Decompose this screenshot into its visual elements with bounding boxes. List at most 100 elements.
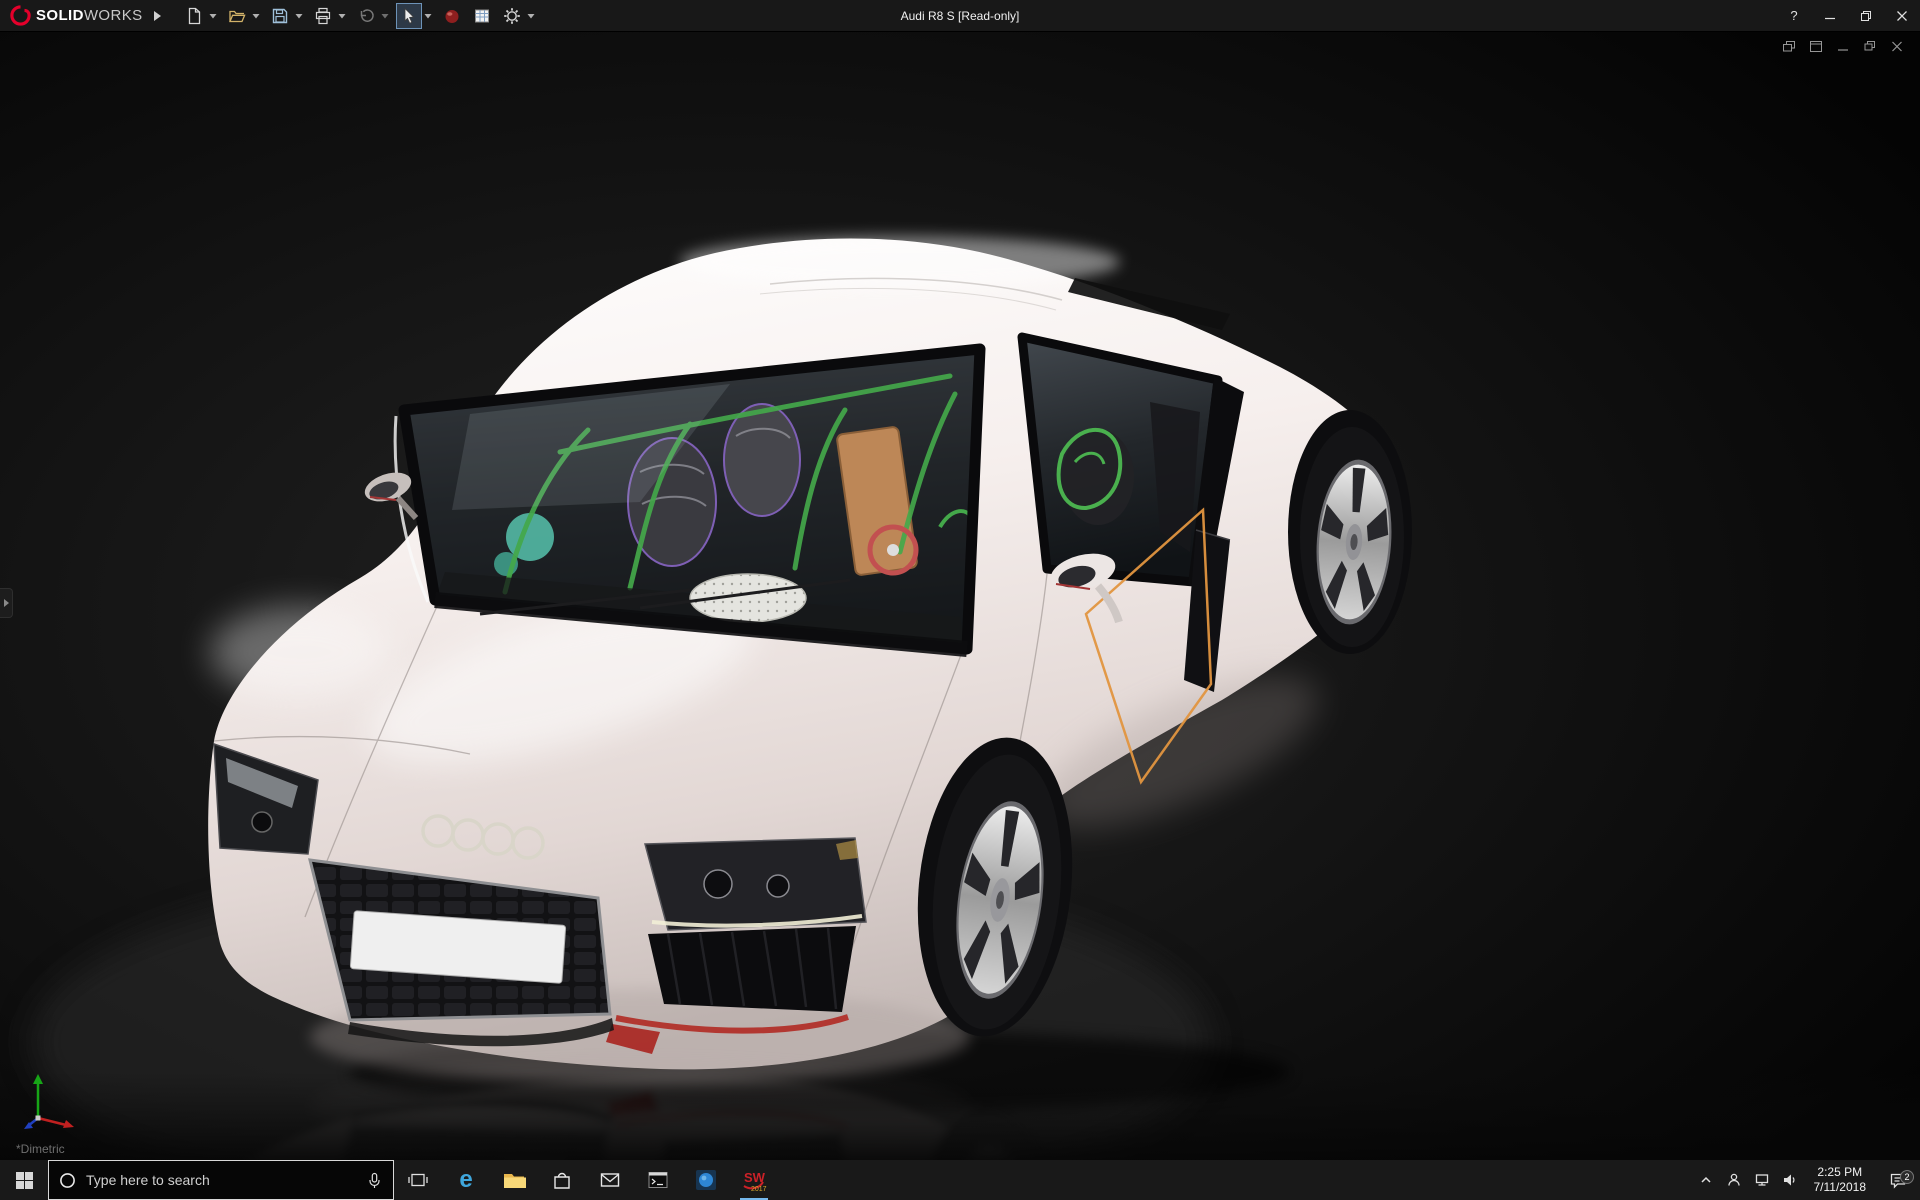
options-button[interactable]	[499, 3, 525, 29]
system-tray: 2:25 PM 7/11/2018 2	[1692, 1160, 1920, 1200]
windows-logo-icon	[15, 1171, 33, 1189]
start-button[interactable]	[0, 1160, 48, 1200]
taskbar-media-app-button[interactable]	[682, 1160, 730, 1200]
expand-arrow-icon	[3, 599, 9, 607]
undo-button[interactable]	[353, 3, 379, 29]
taskbar-task-view-button[interactable]	[394, 1160, 442, 1200]
store-icon	[554, 1172, 570, 1189]
titlebar: SOLIDWORKS Audi R8 S [Read-only] ?	[0, 0, 1920, 32]
taskbar-store-button[interactable]	[538, 1160, 586, 1200]
undo-dropdown[interactable]	[379, 3, 392, 29]
chevron-down-icon	[381, 13, 389, 18]
menu-expand-arrow[interactable]	[149, 5, 167, 27]
volume-icon	[1783, 1174, 1795, 1186]
media-app-icon	[696, 1170, 716, 1190]
mail-icon	[600, 1173, 620, 1187]
solidworks-icon: SW 2017	[743, 1170, 767, 1193]
table-icon	[474, 9, 489, 22]
restore-button[interactable]	[1848, 0, 1884, 31]
mdi-cascade-button[interactable]	[1780, 38, 1798, 54]
right-headlight[interactable]	[644, 837, 867, 931]
save-button[interactable]	[267, 3, 293, 29]
cascade-windows-icon	[1783, 40, 1795, 51]
restore-icon	[1864, 40, 1875, 50]
action-center-button[interactable]: 2	[1876, 1170, 1920, 1189]
new-document-dropdown[interactable]	[207, 3, 220, 29]
clock-date: 7/11/2018	[1813, 1180, 1867, 1194]
taskbar-search-box[interactable]: Type here to search	[48, 1160, 394, 1200]
fender-highlight	[210, 606, 390, 698]
3d-viewport[interactable]	[0, 32, 1920, 1160]
edge-letter: e	[459, 1167, 472, 1193]
volume-button[interactable]	[1776, 1160, 1804, 1200]
sw-year: 2017	[751, 1186, 767, 1193]
design-table-button[interactable]	[469, 3, 495, 29]
cursor-arrow-icon	[404, 7, 414, 24]
close-icon	[1897, 10, 1907, 21]
red-sphere-icon	[445, 9, 459, 23]
chevron-down-icon	[424, 13, 432, 18]
triad-origin	[35, 1115, 41, 1121]
passenger-seat	[723, 403, 801, 517]
document-window-controls	[1780, 38, 1906, 54]
mdi-window-button[interactable]	[1807, 38, 1825, 54]
help-button[interactable]: ?	[1776, 0, 1812, 31]
chevron-down-icon	[295, 13, 303, 18]
solidworks-logo[interactable]: SOLIDWORKS	[0, 5, 149, 26]
minimize-icon	[1838, 48, 1848, 51]
mdi-restore-button[interactable]	[1861, 38, 1879, 54]
solidworks-wordmark: SOLIDWORKS	[36, 7, 143, 24]
chevron-down-icon	[209, 13, 217, 18]
save-dropdown[interactable]	[293, 3, 306, 29]
graphics-area[interactable]: *Dimetric	[0, 32, 1920, 1160]
undo-arrow-icon	[360, 8, 374, 22]
rear-wheel[interactable]	[1288, 410, 1412, 654]
people-icon	[1727, 1173, 1740, 1186]
folder-open-icon	[228, 10, 246, 22]
brand-solid: SOLID	[36, 7, 84, 24]
printer-icon	[315, 7, 330, 24]
taskbar-file-explorer-button[interactable]	[490, 1160, 538, 1200]
roof-highlight	[680, 236, 1120, 288]
command-prompt-icon	[648, 1172, 668, 1188]
new-document-button[interactable]	[181, 3, 207, 29]
mdi-minimize-button[interactable]	[1834, 38, 1852, 54]
restore-icon	[1861, 10, 1871, 21]
select-tool-dropdown[interactable]	[422, 3, 435, 29]
options-dropdown[interactable]	[525, 3, 538, 29]
taskbar-mail-button[interactable]	[586, 1160, 634, 1200]
minimize-button[interactable]	[1812, 0, 1848, 31]
hidden-icons-button[interactable]	[1692, 1160, 1720, 1200]
edit-appearance-button[interactable]	[439, 3, 465, 29]
cortana-icon	[60, 1172, 75, 1188]
taskbar-solidworks-button[interactable]: SW 2017	[730, 1160, 778, 1200]
print-button[interactable]	[310, 3, 336, 29]
taskbar-clock[interactable]: 2:25 PM 7/11/2018	[1804, 1165, 1877, 1195]
floppy-disk-icon	[272, 8, 287, 23]
right-triangle-icon	[154, 10, 162, 21]
network-button[interactable]	[1748, 1160, 1776, 1200]
window-title: Audi R8 S [Read-only]	[900, 8, 1020, 23]
close-button[interactable]	[1884, 0, 1920, 31]
print-dropdown[interactable]	[336, 3, 349, 29]
mdi-close-button[interactable]	[1888, 38, 1906, 54]
people-button[interactable]	[1720, 1160, 1748, 1200]
windows-taskbar: Type here to search e SW 2017 2:25 PM 7/…	[0, 1160, 1920, 1200]
open-dropdown[interactable]	[250, 3, 263, 29]
microphone-icon[interactable]	[366, 1172, 383, 1189]
chevron-down-icon	[338, 13, 346, 18]
open-button[interactable]	[224, 3, 250, 29]
reflection-fade	[0, 1072, 1920, 1160]
taskbar-edge-button[interactable]: e	[442, 1160, 490, 1200]
document-icon	[188, 7, 200, 24]
orientation-triad	[24, 1074, 74, 1129]
taskbar-command-prompt-button[interactable]	[634, 1160, 682, 1200]
edge-icon: e	[459, 1167, 472, 1193]
chevron-up-icon	[1700, 1176, 1711, 1183]
clock-time: 2:25 PM	[1817, 1165, 1863, 1179]
gear-icon	[503, 7, 520, 24]
quick-access-toolbar	[181, 2, 542, 29]
feature-tree-collapsed-tab[interactable]	[0, 588, 13, 618]
select-tool-button[interactable]	[395, 2, 422, 29]
screen: SOLIDWORKS Audi R8 S [Read-only] ? *Dime…	[0, 0, 1920, 1200]
